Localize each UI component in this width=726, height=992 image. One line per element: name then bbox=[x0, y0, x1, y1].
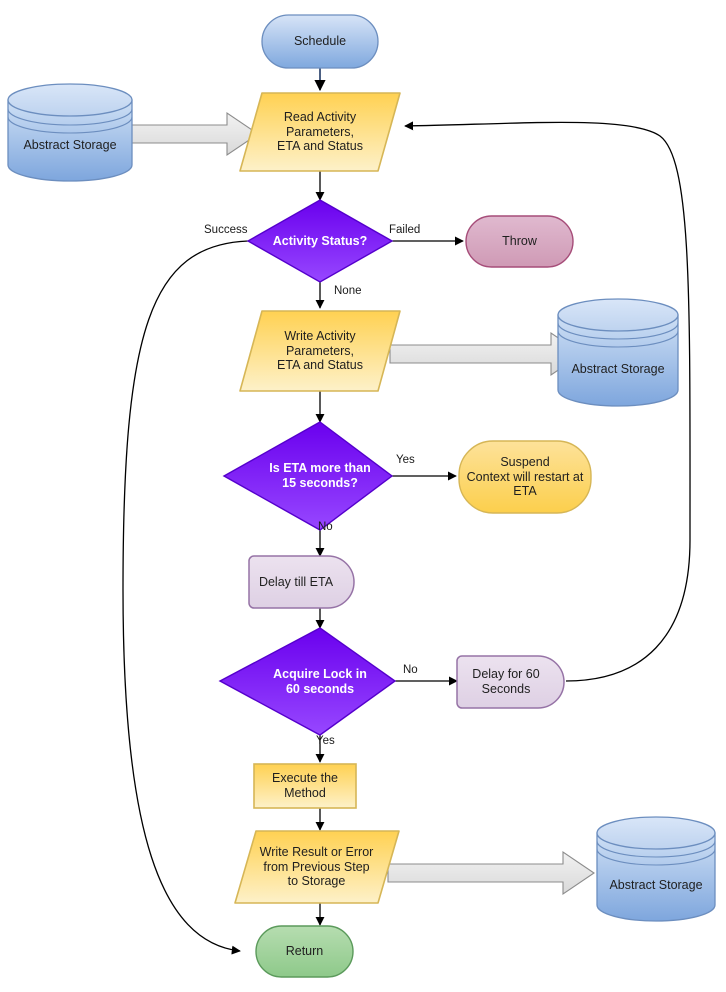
node-is-eta-more-than-15-seconds[interactable] bbox=[222, 421, 394, 531]
node-storage-mid[interactable] bbox=[557, 298, 679, 407]
node-storage-top[interactable] bbox=[7, 83, 133, 182]
node-acquire-lock[interactable] bbox=[218, 627, 397, 736]
edge-status-to-return-success bbox=[122, 240, 249, 955]
block-arrow-writeresult-to-storage bbox=[387, 850, 595, 896]
node-write-activity[interactable] bbox=[239, 310, 401, 392]
edge-label-success: Success bbox=[204, 224, 248, 236]
flowchart-svg bbox=[7, 14, 716, 978]
node-return[interactable] bbox=[255, 925, 354, 978]
node-read-activity[interactable] bbox=[239, 92, 401, 172]
block-arrow-storage-to-read bbox=[130, 111, 259, 157]
node-delay-for-60-seconds[interactable] bbox=[456, 655, 565, 709]
node-suspend[interactable] bbox=[458, 440, 592, 514]
node-schedule[interactable] bbox=[261, 14, 379, 69]
node-write-result[interactable] bbox=[234, 830, 400, 904]
block-arrow-write-to-storage bbox=[389, 331, 583, 377]
node-activity-status[interactable] bbox=[246, 199, 394, 283]
node-throw[interactable] bbox=[465, 215, 574, 268]
node-storage-bottom[interactable] bbox=[596, 816, 716, 922]
flowchart-canvas: Schedule Read Activity Parameters, ETA a… bbox=[0, 0, 726, 992]
edge-label-no-eta: No bbox=[318, 521, 333, 533]
edge-label-yes-eta: Yes bbox=[396, 454, 415, 466]
edge-label-failed: Failed bbox=[389, 224, 421, 236]
edge-label-yes-lock: Yes bbox=[316, 735, 335, 747]
node-delay-till-eta[interactable] bbox=[248, 555, 355, 609]
node-execute-method[interactable] bbox=[253, 763, 357, 809]
edge-label-none: None bbox=[334, 285, 362, 297]
edge-label-no-lock: No bbox=[403, 664, 418, 676]
